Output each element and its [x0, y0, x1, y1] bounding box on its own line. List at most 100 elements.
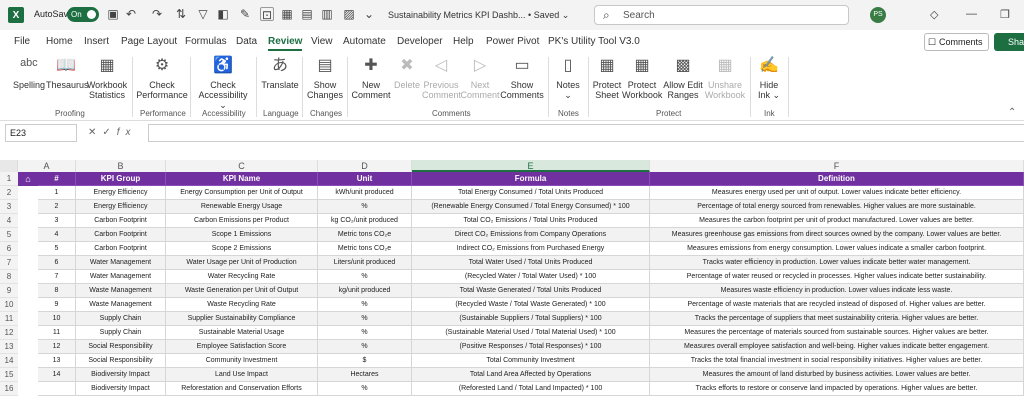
cell-definition[interactable]: Percentage of water reused or recycled i… [650, 270, 1024, 284]
row-number[interactable]: 14 [0, 354, 18, 368]
cell-formula[interactable]: Indirect CO₂ Emissions from Purchased En… [412, 242, 650, 256]
image-icon[interactable]: ▨ [342, 7, 356, 21]
cell-definition[interactable]: Measures emissions from energy consumpti… [650, 242, 1024, 256]
cell-kpi-group[interactable]: Supply Chain [76, 326, 166, 340]
cell-kpi-name[interactable]: Scope 1 Emissions [166, 228, 318, 242]
cell-kpi-name[interactable]: Waste Generation per Unit of Output [166, 284, 318, 298]
camera-icon[interactable]: ⊡ [260, 7, 274, 22]
cell-unit[interactable]: Liters/unit produced [318, 256, 412, 270]
cell-num[interactable]: 13 [38, 354, 76, 368]
cell-definition[interactable]: Percentage of waste materials that are r… [650, 298, 1024, 312]
cell-num[interactable] [38, 382, 76, 396]
cell-kpi-group[interactable]: Waste Management [76, 298, 166, 312]
cell-num[interactable]: 9 [38, 298, 76, 312]
cell-formula[interactable]: (Recycled Water / Total Water Used) * 10… [412, 270, 650, 284]
diamond-icon[interactable]: ◇ [930, 8, 938, 21]
cell-definition[interactable]: Tracks efforts to restore or conserve la… [650, 382, 1024, 396]
check-accessibility-button[interactable]: ♿ Check Accessibility ⌄ [194, 55, 252, 110]
cell-definition[interactable]: Tracks the percentage of suppliers that … [650, 312, 1024, 326]
cell-kpi-group[interactable]: Biodiversity Impact [76, 382, 166, 396]
cell-kpi-group[interactable]: Biodiversity Impact [76, 368, 166, 382]
header-cell-definition[interactable]: Definition [650, 172, 1024, 186]
unshare-workbook-button[interactable]: ▦ Unshare Workbook [704, 55, 746, 100]
row-number[interactable]: 13 [0, 340, 18, 354]
cell-unit[interactable]: % [318, 200, 412, 214]
new-comment-button[interactable]: ✚ New Comment [351, 55, 391, 100]
formula-input[interactable] [148, 124, 1024, 142]
cell-kpi-name[interactable]: Water Recycling Rate [166, 270, 318, 284]
borders-icon[interactable]: ▥ [320, 7, 334, 21]
undo-icon[interactable]: ↶ [124, 7, 138, 21]
cell-num[interactable]: 2 [38, 200, 76, 214]
cell-definition[interactable]: Measures the carbon footprint per unit o… [650, 214, 1024, 228]
cell-definition[interactable]: Tracks the total financial investment in… [650, 354, 1024, 368]
table-icon[interactable]: ▦ [280, 7, 294, 21]
tab-review[interactable]: Review [268, 36, 303, 51]
tab-view[interactable]: View [311, 36, 333, 47]
translate-button[interactable]: あ Translate [260, 55, 300, 90]
row-number[interactable]: 12 [0, 326, 18, 340]
tab-file[interactable]: File [14, 36, 30, 47]
cell-formula[interactable]: Total Community Investment [412, 354, 650, 368]
header-cell-num[interactable]: # [38, 172, 76, 186]
cancel-icon[interactable]: ✕ [88, 127, 102, 138]
cell-unit[interactable]: % [318, 382, 412, 396]
cell-kpi-group[interactable]: Carbon Footprint [76, 214, 166, 228]
cell-kpi-group[interactable]: Carbon Footprint [76, 228, 166, 242]
cell-num[interactable]: 14 [38, 368, 76, 382]
cell-num[interactable]: 7 [38, 270, 76, 284]
cell-kpi-name[interactable]: Supplier Sustainability Compliance [166, 312, 318, 326]
grid-icon[interactable]: ▤ [300, 7, 314, 21]
tab-power-pivot[interactable]: Power Pivot [486, 36, 539, 47]
spelling-button[interactable]: ᵃᵇᶜ Spelling [12, 55, 46, 90]
column-header-d[interactable]: D [318, 160, 412, 172]
document-title[interactable]: Sustainability Metrics KPI Dashb... • Sa… [388, 10, 569, 21]
cell-num[interactable]: 6 [38, 256, 76, 270]
cell-unit[interactable]: Metric tons CO₂e [318, 242, 412, 256]
cell-formula[interactable]: (Renewable Energy Consumed / Total Energ… [412, 200, 650, 214]
cell-definition[interactable]: Measures greenhouse gas emissions from d… [650, 228, 1024, 242]
next-comment-button[interactable]: ▷ Next Comment [460, 55, 500, 100]
cell-formula[interactable]: Total Water Used / Total Units Produced [412, 256, 650, 270]
cell-num[interactable]: 1 [38, 186, 76, 200]
show-changes-button[interactable]: ▤ Show Changes [306, 55, 344, 100]
row-number[interactable]: 15 [0, 368, 18, 382]
protect-workbook-button[interactable]: ▦ Protect Workbook [622, 55, 662, 100]
cell-kpi-name[interactable]: Community Investment [166, 354, 318, 368]
allow-edit-ranges-button[interactable]: ▩ Allow Edit Ranges [662, 55, 704, 100]
header-cell-formula[interactable]: Formula [412, 172, 650, 186]
tab-help[interactable]: Help [453, 36, 474, 47]
cell-kpi-group[interactable]: Water Management [76, 256, 166, 270]
tab-data[interactable]: Data [236, 36, 257, 47]
cell-kpi-group[interactable]: Energy Efficiency [76, 186, 166, 200]
home-icon[interactable]: ⌂ [18, 172, 38, 186]
cell-formula[interactable]: Total Energy Consumed / Total Units Prod… [412, 186, 650, 200]
tab-developer[interactable]: Developer [397, 36, 443, 47]
save-icon[interactable]: ▣ [106, 7, 120, 21]
cell-unit[interactable]: % [318, 298, 412, 312]
row-number[interactable]: 6 [0, 242, 18, 256]
delete-comment-button[interactable]: ✖ Delete [392, 55, 422, 90]
header-cell-kpi-name[interactable]: KPI Name [166, 172, 318, 186]
cell-num[interactable]: 4 [38, 228, 76, 242]
row-number[interactable]: 11 [0, 312, 18, 326]
cell-unit[interactable]: % [318, 312, 412, 326]
cell-formula[interactable]: (Reforested Land / Total Land Impacted) … [412, 382, 650, 396]
cell-num[interactable]: 3 [38, 214, 76, 228]
cell-kpi-name[interactable]: Water Usage per Unit of Production [166, 256, 318, 270]
paint-icon[interactable]: ✎ [238, 7, 252, 21]
cell-kpi-group[interactable]: Social Responsibility [76, 354, 166, 368]
cell-kpi-name[interactable]: Waste Recycling Rate [166, 298, 318, 312]
name-box[interactable]: E23 [5, 124, 77, 142]
header-cell-kpi-group[interactable]: KPI Group [76, 172, 166, 186]
cell-kpi-group[interactable]: Water Management [76, 270, 166, 284]
select-all-corner[interactable] [0, 160, 18, 172]
row-number[interactable]: 2 [0, 186, 18, 200]
filter-icon[interactable]: ▽ [196, 7, 210, 21]
row-number[interactable]: 4 [0, 214, 18, 228]
format-icon[interactable]: ◧ [216, 7, 230, 21]
cell-num[interactable]: 11 [38, 326, 76, 340]
cell-kpi-name[interactable]: Employee Satisfaction Score [166, 340, 318, 354]
thesaurus-button[interactable]: 📖 Thesaurus [46, 55, 89, 90]
cell-definition[interactable]: Measures energy used per unit of output.… [650, 186, 1024, 200]
